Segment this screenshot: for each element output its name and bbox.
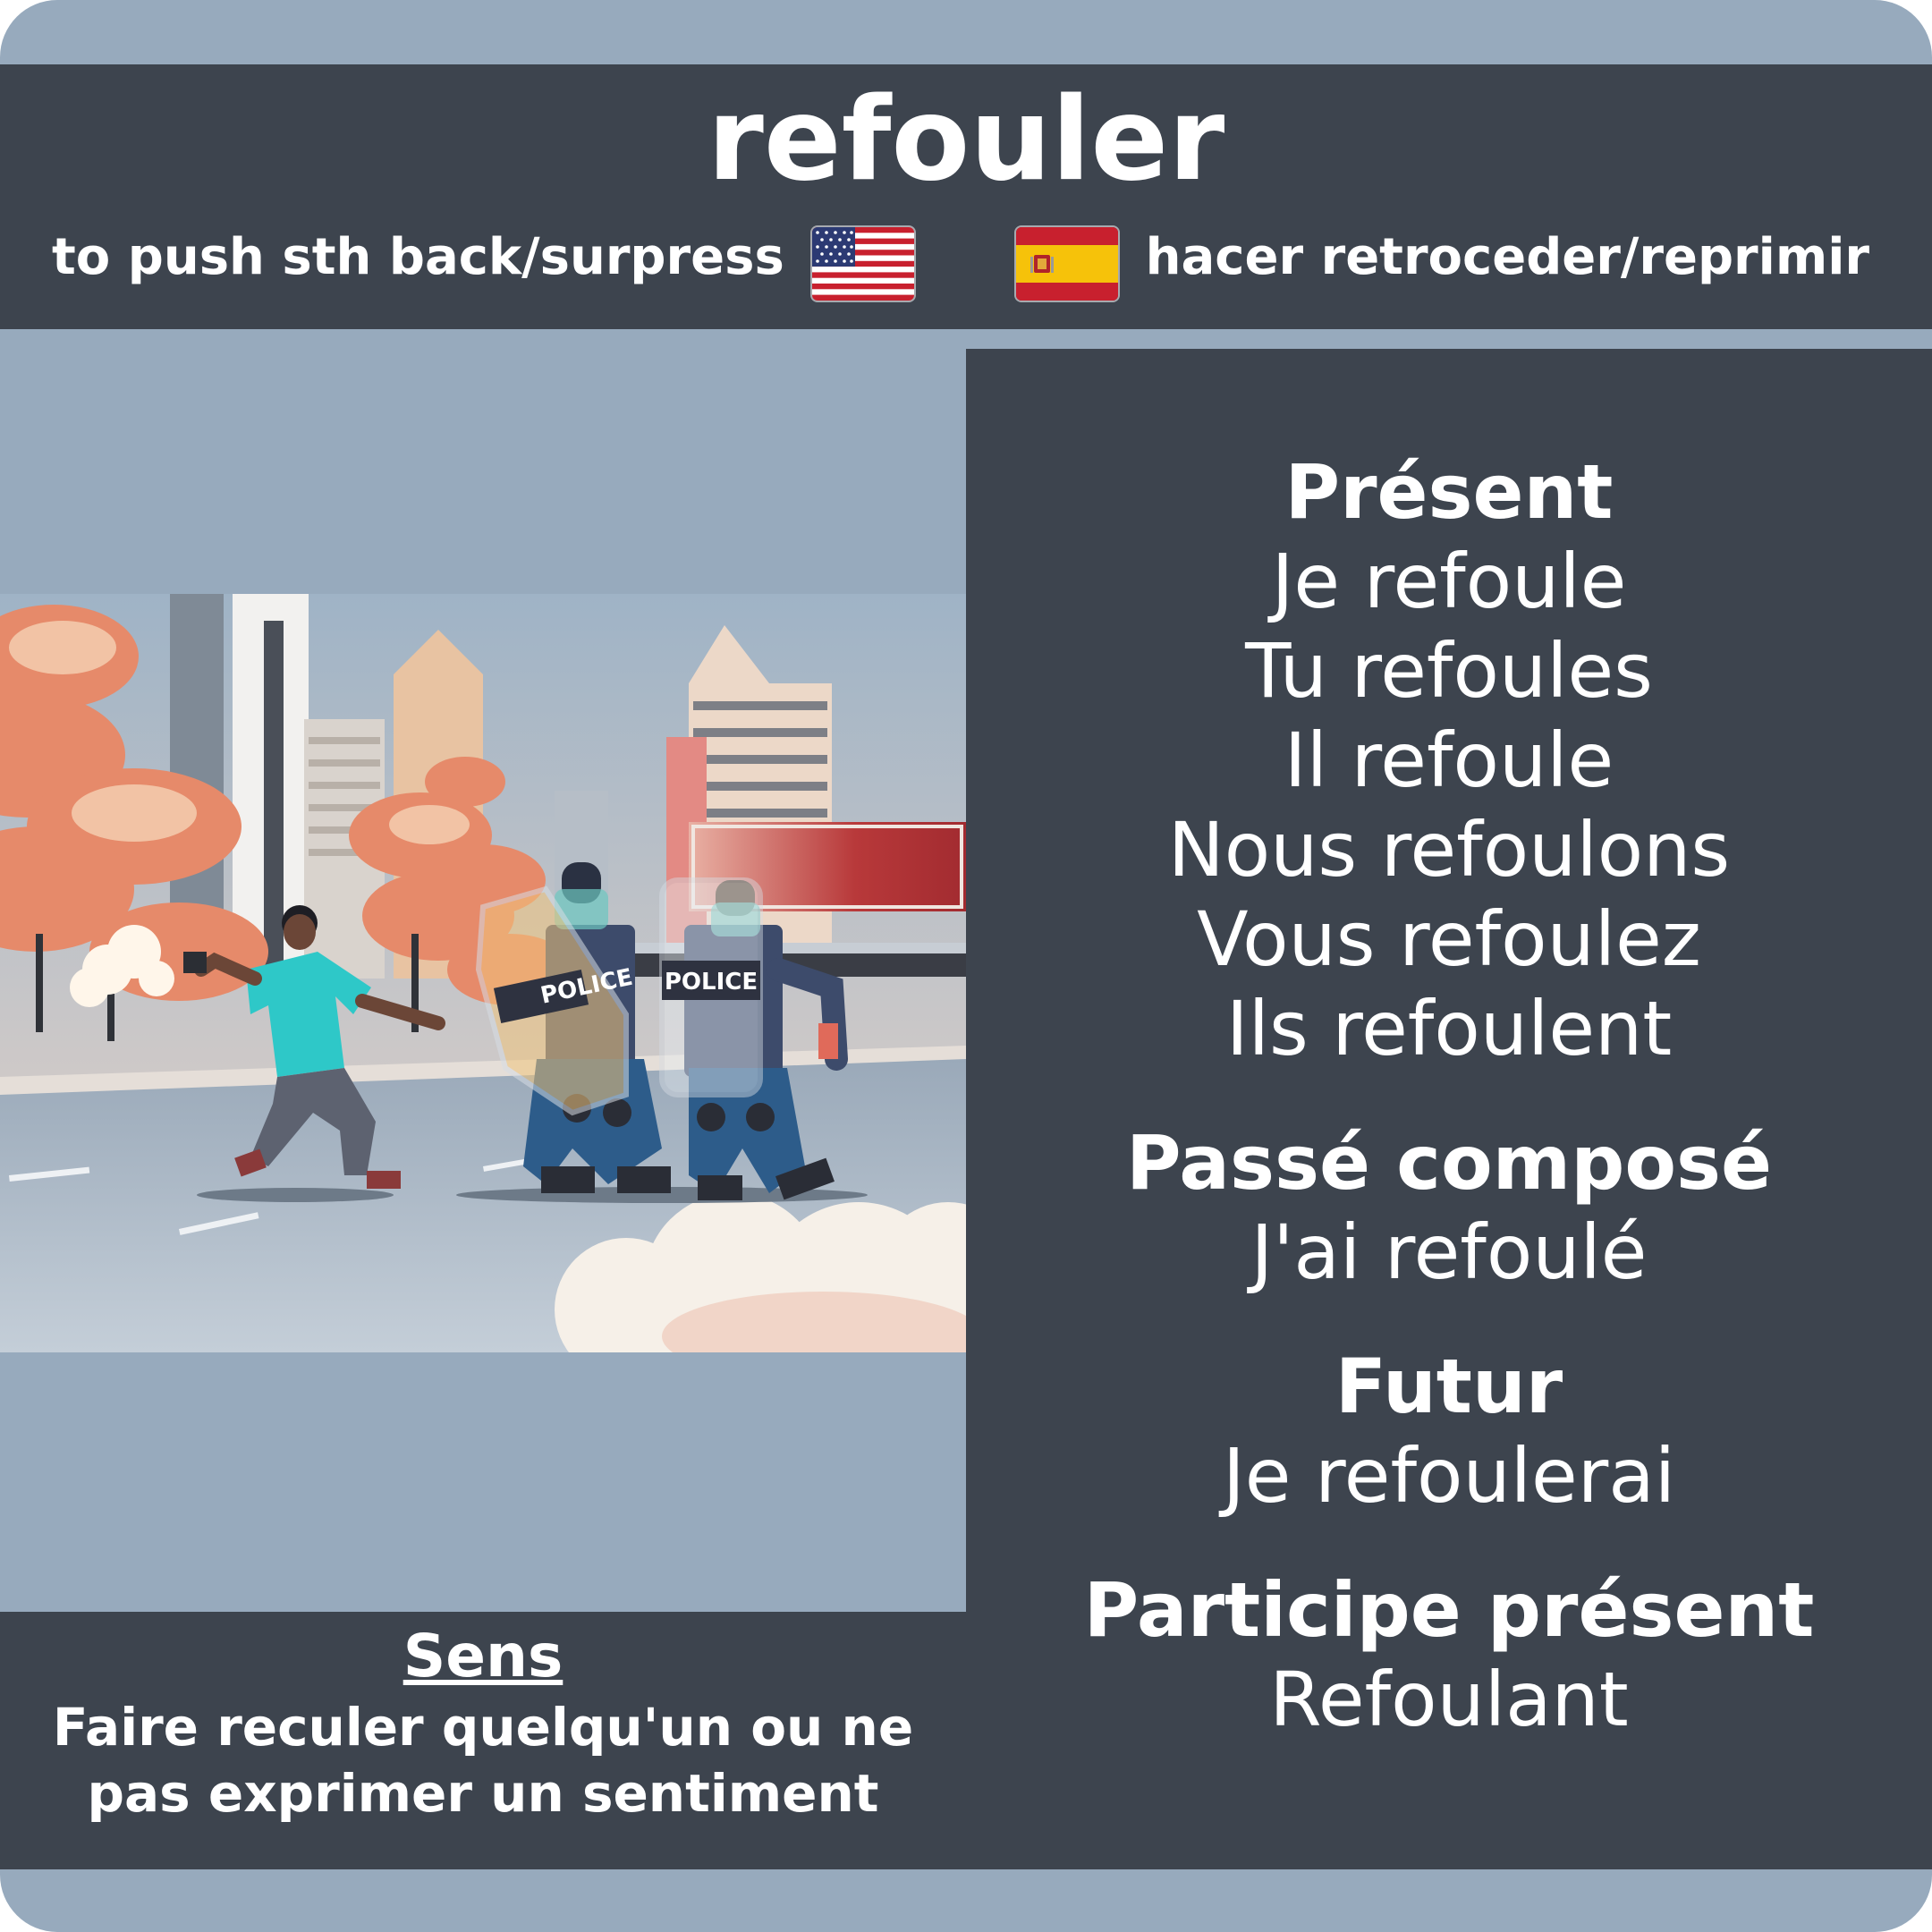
conjugation-list: Présent Je refoule Tu refoules Il refoul… — [966, 447, 1932, 1744]
tense-title-passe-compose: Passé composé — [1125, 1119, 1773, 1207]
present-form-tu: Tu refoules — [1245, 627, 1653, 715]
present-form-vous: Vous refoulez — [1197, 895, 1701, 983]
futur-form: Je refoulerai — [1222, 1432, 1676, 1520]
present-form-nous: Nous refoulons — [1167, 806, 1731, 894]
meaning-line-2: pas exprimer un sentiment — [87, 1763, 879, 1824]
illustration-police-pushing-back: POLICE POLICE — [0, 594, 966, 1352]
us-flag-icon — [812, 227, 914, 301]
flashcard: refouler to push sth back/surpress hacer… — [0, 0, 1932, 1932]
tense-title-participe-present: Participe présent — [1083, 1566, 1815, 1654]
shield-label-right: POLICE — [665, 969, 758, 996]
meaning-text: Faire reculer quelqu'un ou ne pas exprim… — [0, 1694, 966, 1826]
passe-compose-form: J'ai refoulé — [1250, 1208, 1648, 1296]
conjugation-panel: Présent Je refoule Tu refoules Il refoul… — [966, 349, 1932, 1869]
tense-title-present: Présent — [1284, 448, 1614, 536]
meaning-line-1: Faire reculer quelqu'un ou ne — [52, 1697, 914, 1758]
present-form-je: Je refoule — [1271, 538, 1627, 625]
word-title: refouler — [707, 73, 1225, 207]
present-form-il: Il refoule — [1284, 716, 1614, 804]
translation-english: to push sth back/surpress — [52, 228, 784, 286]
participe-present-form: Refoulant — [1269, 1656, 1629, 1743]
spain-flag-icon — [1016, 227, 1118, 301]
present-form-ils: Ils refoulent — [1225, 985, 1673, 1072]
translation-spanish: hacer retroceder/reprimir — [1145, 228, 1869, 286]
tense-title-futur: Futur — [1335, 1343, 1563, 1430]
meaning-title: Sens — [402, 1622, 564, 1690]
